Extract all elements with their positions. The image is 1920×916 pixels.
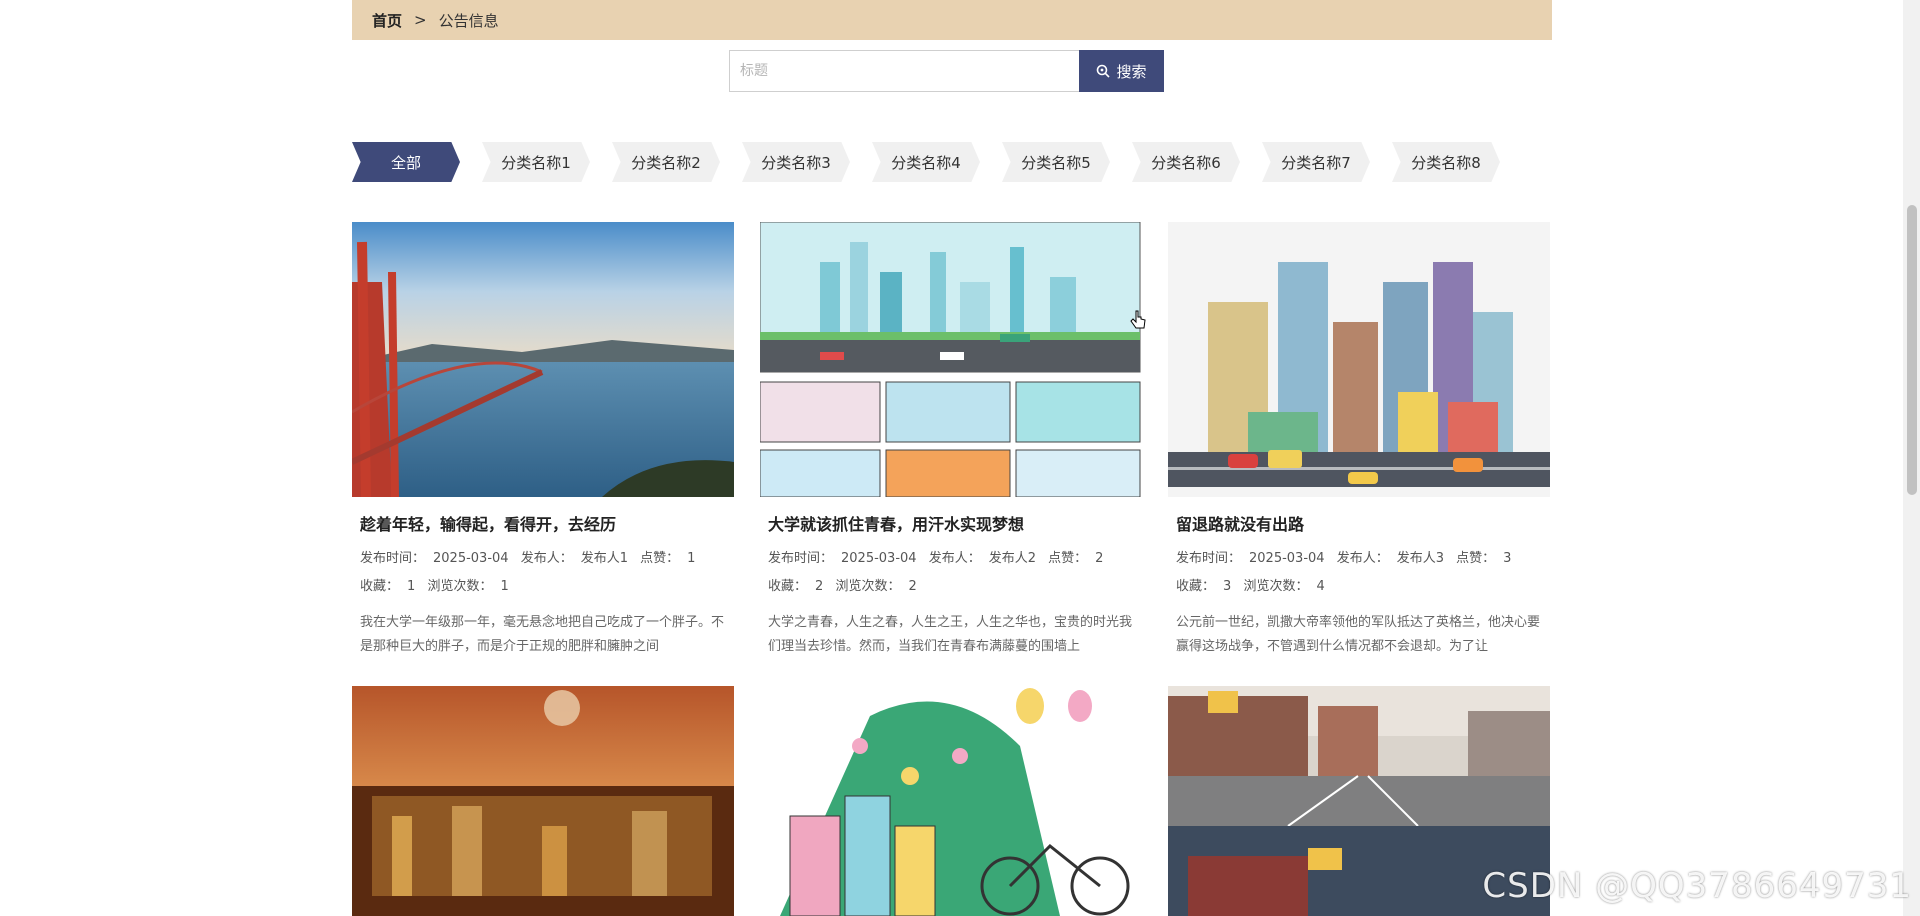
card-views-label: 浏览次数： (427, 579, 493, 594)
card-title[interactable]: 大学就该抓住青春，用汗水实现梦想 (768, 511, 1134, 535)
card-fav: 2 (815, 579, 824, 594)
card-fav: 3 (1223, 579, 1232, 594)
category-tab-1[interactable]: 分类名称1 (482, 142, 590, 182)
card-views: 2 (908, 579, 917, 594)
card-meta-2: 收藏： 1 浏览次数： 1 (360, 573, 726, 601)
category-tab-all[interactable]: 全部 (352, 142, 460, 182)
breadcrumb-home-link[interactable]: 首页 (372, 10, 402, 31)
card-views: 4 (1316, 579, 1325, 594)
card-time-label: 发布时间： (1176, 551, 1242, 566)
card-publisher: 发布人3 (1396, 551, 1445, 566)
search-icon (1097, 64, 1111, 78)
card-publisher-label: 发布人： (520, 551, 573, 566)
card-publisher-label: 发布人： (928, 551, 981, 566)
watermark-text: CSDN @QQ3786649731 (1482, 866, 1912, 906)
category-tab-6[interactable]: 分类名称6 (1132, 142, 1240, 182)
card-likes: 3 (1503, 551, 1512, 566)
card-meta: 发布时间： 2025-03-04 发布人： 发布人1 点赞： 1 (360, 545, 726, 573)
notice-card[interactable] (352, 686, 734, 916)
flat-city-illustration-image[interactable] (1168, 222, 1550, 497)
card-time-label: 发布时间： (360, 551, 426, 566)
green-hill-bicycle-image[interactable] (760, 686, 1142, 916)
category-tabs: 全部 分类名称1 分类名称2 分类名称3 分类名称4 分类名称5 分类名称6 分… (352, 142, 1522, 182)
card-fav-label: 收藏： (768, 579, 808, 594)
pointer-cursor-icon (1130, 310, 1146, 329)
card-time: 2025-03-04 (841, 551, 917, 566)
card-title[interactable]: 留退路就没有出路 (1176, 511, 1542, 535)
card-fav: 1 (407, 579, 416, 594)
notice-card[interactable]: 留退路就没有出路 发布时间： 2025-03-04 发布人： 发布人3 点赞： 3 收… (1168, 222, 1550, 659)
card-likes: 1 (687, 551, 696, 566)
card-meta: 发布时间： 2025-03-04 发布人： 发布人2 点赞： 2 (768, 545, 1134, 573)
breadcrumb-separator: > (414, 11, 427, 29)
card-likes: 2 (1095, 551, 1104, 566)
category-tab-7[interactable]: 分类名称7 (1262, 142, 1370, 182)
card-likes-label: 点赞： (640, 551, 680, 566)
card-publisher-label: 发布人： (1336, 551, 1389, 566)
card-title[interactable]: 趁着年轻，输得起，看得开，去经历 (360, 511, 726, 535)
category-tab-3[interactable]: 分类名称3 (742, 142, 850, 182)
card-time-label: 发布时间： (768, 551, 834, 566)
search-bar: 搜索 (729, 50, 1164, 92)
search-input[interactable] (729, 50, 1079, 92)
card-views-label: 浏览次数： (835, 579, 901, 594)
category-tab-5[interactable]: 分类名称5 (1002, 142, 1110, 182)
card-fav-label: 收藏： (1176, 579, 1216, 594)
night-city-image[interactable] (352, 686, 734, 916)
breadcrumb: 首页 > 公告信息 (352, 0, 1552, 40)
card-description: 我在大学一年级那一年，毫无悬念地把自己吃成了一个胖子。不是那种巨大的胖子，而是介… (360, 615, 725, 654)
notice-card[interactable] (760, 686, 1142, 916)
card-publisher: 发布人2 (988, 551, 1037, 566)
card-description: 公元前一世纪，凯撒大帝率领他的军队抵达了英格兰，他决心要赢得这场战争，不管遇到什… (1176, 615, 1541, 654)
cartoon-city-collage-image[interactable] (760, 222, 1142, 497)
category-tab-8[interactable]: 分类名称8 (1392, 142, 1500, 182)
notice-card[interactable]: 趁着年轻，输得起，看得开，去经历 发布时间： 2025-03-04 发布人： 发布人… (352, 222, 734, 659)
card-views: 1 (500, 579, 509, 594)
card-time: 2025-03-04 (1249, 551, 1325, 566)
scrollbar-thumb[interactable] (1907, 205, 1917, 495)
card-time: 2025-03-04 (433, 551, 509, 566)
card-meta-2: 收藏： 2 浏览次数： 2 (768, 573, 1134, 601)
card-fav-label: 收藏： (360, 579, 400, 594)
breadcrumb-current: 公告信息 (438, 11, 499, 30)
golden-gate-bridge-image[interactable] (352, 222, 734, 497)
search-button-label: 搜索 (1116, 62, 1147, 81)
page-scrollbar[interactable] (1903, 0, 1920, 916)
card-description: 大学之青春，人生之春，人生之王，人生之华也，宝贵的时光我们理当去珍惜。然而，当我… (768, 615, 1133, 654)
card-meta: 发布时间： 2025-03-04 发布人： 发布人3 点赞： 3 (1176, 545, 1542, 573)
card-views-label: 浏览次数： (1243, 579, 1309, 594)
card-publisher: 发布人1 (580, 551, 629, 566)
notice-card[interactable]: 大学就该抓住青春，用汗水实现梦想 发布时间： 2025-03-04 发布人： 发布人… (760, 222, 1142, 659)
card-likes-label: 点赞： (1048, 551, 1088, 566)
search-button[interactable]: 搜索 (1079, 50, 1164, 92)
card-meta-2: 收藏： 3 浏览次数： 4 (1176, 573, 1542, 601)
category-tab-2[interactable]: 分类名称2 (612, 142, 720, 182)
card-likes-label: 点赞： (1456, 551, 1496, 566)
category-tab-4[interactable]: 分类名称4 (872, 142, 980, 182)
